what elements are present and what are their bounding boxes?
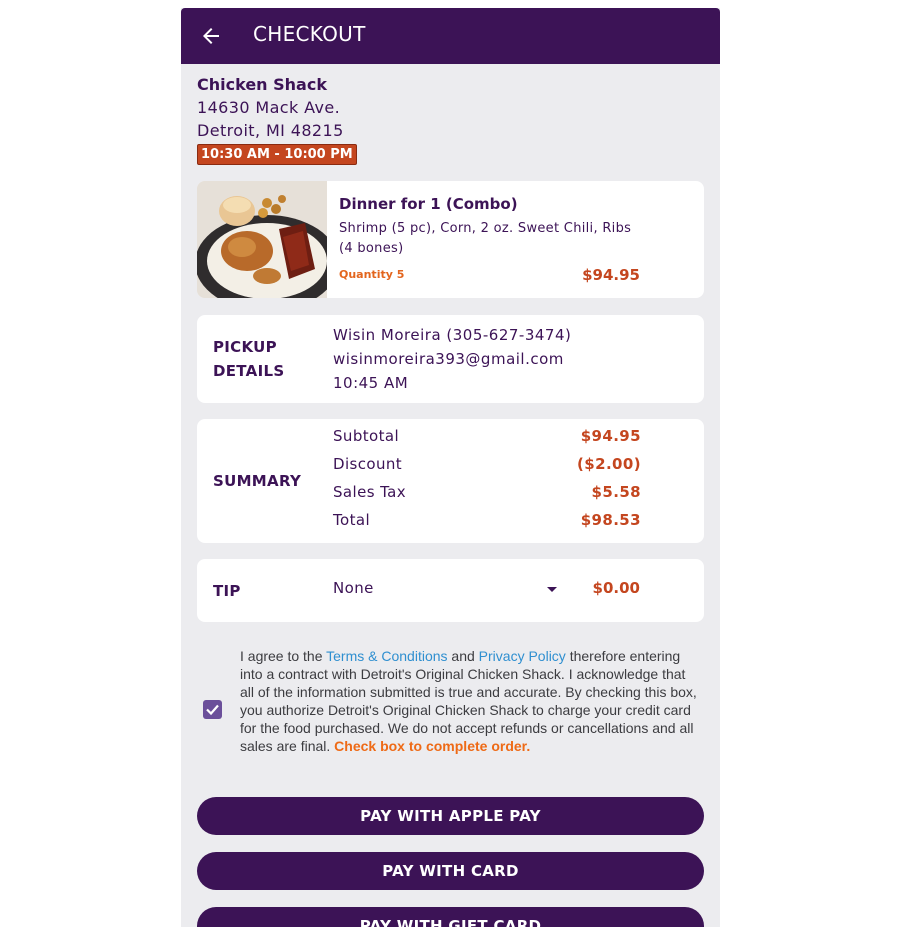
- pickup-label: PICKUP DETAILS: [213, 335, 284, 383]
- summary-row-value: $98.53: [580, 511, 641, 529]
- summary-row-value: $5.58: [591, 483, 641, 501]
- tip-selected-value: None: [333, 579, 374, 597]
- arrow-left-icon[interactable]: [199, 24, 223, 48]
- tip-card: TIP None $0.00: [197, 559, 704, 622]
- agreement-text: I agree to the Terms & Conditions and Pr…: [240, 647, 702, 755]
- agree-checkbox[interactable]: [203, 700, 222, 719]
- summary-row-label: Discount: [333, 455, 403, 473]
- store-address-line1: 14630 Mack Ave.: [197, 98, 341, 117]
- checkmark-icon: [206, 704, 219, 716]
- pickup-email: wisinmoreira393@gmail.com: [333, 350, 564, 368]
- summary-row-value: ($2.00): [577, 455, 641, 473]
- agreement-text-start: I agree to the: [240, 648, 327, 664]
- tip-amount: $0.00: [592, 579, 640, 597]
- summary-row-label: Subtotal: [333, 427, 400, 445]
- summary-row-discount: Discount ($2.00): [333, 455, 641, 483]
- pickup-name-phone: Wisin Moreira (305-627-3474): [333, 326, 572, 344]
- store-name: Chicken Shack: [197, 75, 327, 94]
- summary-row-label: Sales Tax: [333, 483, 407, 501]
- privacy-link[interactable]: Privacy Policy: [479, 648, 566, 664]
- pickup-info: Wisin Moreira (305-627-3474) wisinmoreir…: [333, 323, 571, 395]
- pay-gift-card-button[interactable]: PAY WITH GIFT CARD: [197, 907, 704, 927]
- pickup-time: 10:45 AM: [333, 374, 409, 392]
- terms-link[interactable]: Terms & Conditions: [326, 648, 447, 664]
- summary-label: SUMMARY: [213, 472, 302, 490]
- summary-row-subtotal: Subtotal $94.95: [333, 427, 641, 455]
- item-name: Dinner for 1 (Combo): [339, 195, 518, 213]
- page-title: CHECKOUT: [253, 22, 366, 46]
- store-hours-badge: 10:30 AM - 10:00 PM: [197, 144, 357, 165]
- tip-select[interactable]: None: [333, 579, 557, 603]
- pickup-details-card: PICKUP DETAILS Wisin Moreira (305-627-34…: [197, 315, 704, 403]
- pay-apple-pay-button[interactable]: PAY WITH APPLE PAY: [197, 797, 704, 835]
- app-header: CHECKOUT: [181, 8, 720, 64]
- store-info: Chicken Shack 14630 Mack Ave. Detroit, M…: [197, 74, 357, 165]
- food-image: [197, 181, 327, 298]
- item-quantity: Quantity 5: [339, 268, 405, 281]
- pickup-label-line1: PICKUP: [213, 338, 277, 356]
- pay-card-button[interactable]: PAY WITH CARD: [197, 852, 704, 890]
- checkout-screen: CHECKOUT Chicken Shack 14630 Mack Ave. D…: [181, 8, 720, 927]
- summary-row-label: Total: [333, 511, 371, 529]
- summary-row-sales-tax: Sales Tax $5.58: [333, 483, 641, 511]
- agreement-warning: Check box to complete order.: [334, 738, 531, 754]
- item-description: Shrimp (5 pc), Corn, 2 oz. Sweet Chili, …: [339, 221, 632, 256]
- store-address-line2: Detroit, MI 48215: [197, 121, 344, 140]
- pickup-label-line2: DETAILS: [213, 362, 285, 380]
- agreement-text-and: and: [447, 648, 479, 664]
- summary-card: SUMMARY Subtotal $94.95 Discount ($2.00)…: [197, 419, 704, 543]
- caret-down-icon: [547, 587, 557, 592]
- item-price: $94.95: [582, 266, 640, 284]
- tip-label: TIP: [213, 582, 241, 600]
- summary-row-total: Total $98.53: [333, 511, 641, 539]
- summary-row-value: $94.95: [580, 427, 641, 445]
- cart-item-card: Dinner for 1 (Combo) Shrimp (5 pc), Corn…: [197, 181, 704, 298]
